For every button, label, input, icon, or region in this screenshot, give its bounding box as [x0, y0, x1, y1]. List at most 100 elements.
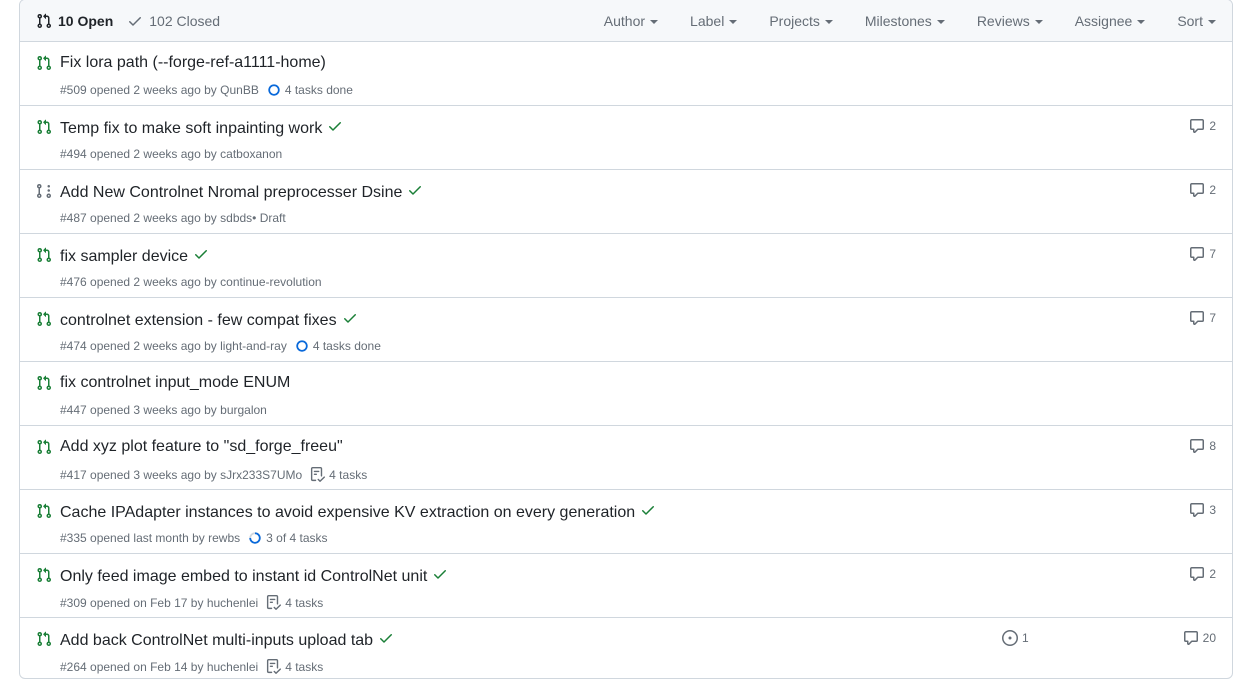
comments-link[interactable]: 8	[1189, 438, 1216, 454]
author-link[interactable]: light-and-ray	[220, 339, 287, 353]
check-icon	[409, 186, 422, 195]
title-text: Only feed image embed to instant id Cont…	[60, 567, 428, 585]
pull-request-icon	[36, 55, 52, 71]
status-check-icon[interactable]	[327, 118, 343, 139]
pull-request-title[interactable]: Add xyz plot feature to "sd_forge_freeu"	[60, 438, 343, 456]
pull-request-title[interactable]: Add New Controlnet Nromal preprocesser D…	[60, 182, 423, 203]
title-text: Add back ControlNet multi-inputs upload …	[60, 631, 374, 649]
status-check-icon[interactable]	[407, 182, 423, 203]
comments-link[interactable]: 3	[1189, 502, 1216, 518]
comments-link[interactable]: 2	[1189, 118, 1216, 134]
pull-request-title[interactable]: fix sampler device	[60, 246, 209, 267]
pull-request-row[interactable]: Only feed image embed to instant id Cont…	[20, 554, 1232, 618]
pull-request-title[interactable]: Only feed image embed to instant id Cont…	[60, 566, 448, 587]
author-link[interactable]: sJrx233S7UMo	[220, 468, 302, 482]
task-progress-icon	[249, 532, 261, 544]
status-check-icon[interactable]	[342, 310, 358, 331]
pull-request-row[interactable]: Temp fix to make soft inpainting work #49…	[20, 106, 1232, 170]
author-filter[interactable]: Author	[604, 13, 659, 29]
pull-request-row[interactable]: Fix lora path (--forge-ref-a1111-home) #5…	[20, 42, 1232, 106]
pull-request-title[interactable]: fix controlnet input_mode ENUM	[60, 374, 290, 392]
open-filter[interactable]: 10 Open	[36, 13, 113, 29]
comment-icon	[1190, 439, 1205, 453]
status-check-icon[interactable]	[193, 246, 209, 267]
title-text: Add xyz plot feature to "sd_forge_freeu"	[60, 438, 343, 455]
pull-request-title[interactable]: Fix lora path (--forge-ref-a1111-home)	[60, 54, 326, 72]
pull-request-icon-glyph	[37, 439, 52, 455]
author-link[interactable]: huchenlei	[207, 596, 258, 610]
pull-request-meta: #309 opened on Feb 17 by huchenlei 4 task…	[60, 595, 323, 610]
caret-down-icon	[1034, 20, 1043, 24]
task-list-summary: 3 of 4 tasks	[248, 531, 328, 545]
comment-count: 7	[1209, 311, 1216, 325]
title-text: Fix lora path (--forge-ref-a1111-home)	[60, 54, 326, 71]
reviews-filter[interactable]: Reviews	[977, 13, 1043, 29]
status-check-icon[interactable]	[432, 566, 448, 587]
pull-request-row[interactable]: Cache IPAdapter instances to avoid expen…	[20, 490, 1232, 554]
pull-request-icon-glyph	[37, 375, 52, 391]
comments-link[interactable]: 20	[1183, 630, 1216, 646]
author-link[interactable]: rewbs	[208, 531, 240, 545]
pull-request-icon-glyph	[37, 247, 52, 263]
pull-request-list: 10 Open 102 Closed Author Label Projects…	[19, 0, 1233, 679]
comments-link[interactable]: 7	[1189, 310, 1216, 326]
author-link[interactable]: huchenlei	[207, 660, 258, 674]
opened-info: #417 opened 3 weeks ago by	[60, 467, 217, 482]
pull-request-title[interactable]: controlnet extension - few compat fixes	[60, 310, 358, 331]
pull-request-meta: #417 opened 3 weeks ago by sJrx233S7UMo 4…	[60, 467, 367, 482]
filter-label: Label	[690, 13, 725, 29]
opened-info: #487 opened 2 weeks ago by	[60, 211, 217, 225]
comment-icon	[1190, 567, 1205, 581]
linked-count: 1	[1022, 631, 1029, 645]
pull-request-title[interactable]: Cache IPAdapter instances to avoid expen…	[60, 502, 656, 523]
pull-request-title[interactable]: Temp fix to make soft inpainting work	[60, 118, 343, 139]
comments-link[interactable]: 2	[1189, 182, 1216, 198]
pull-request-meta: #494 opened 2 weeks ago by catboxanon	[60, 147, 282, 161]
title-text: Add New Controlnet Nromal preprocesser D…	[60, 183, 403, 201]
task-text: 4 tasks	[329, 467, 368, 482]
projects-filter[interactable]: Projects	[769, 13, 833, 29]
pull-request-icon-glyph	[37, 567, 52, 583]
filter-label: Milestones	[864, 13, 932, 29]
sort-filter[interactable]: Sort	[1177, 13, 1216, 29]
author-link[interactable]: burgalon	[220, 403, 267, 417]
pull-request-meta: #474 opened 2 weeks ago by light-and-ray…	[60, 339, 381, 353]
pull-request-icon	[36, 119, 52, 135]
caret-down-icon	[936, 20, 945, 24]
task-progress-icon	[268, 84, 280, 96]
pull-request-icon-glyph	[37, 631, 52, 647]
pull-request-row[interactable]: Add back ControlNet multi-inputs upload …	[20, 618, 1232, 678]
author-link[interactable]: QunBB	[220, 83, 259, 97]
comments-link[interactable]: 2	[1189, 566, 1216, 582]
task-text: 4 tasks	[285, 595, 324, 610]
linked-issue[interactable]: 1	[1002, 630, 1029, 646]
comment-count: 2	[1209, 567, 1216, 581]
pull-request-row[interactable]: fix controlnet input_mode ENUM #447 opene…	[20, 362, 1232, 426]
status-check-icon[interactable]	[378, 630, 394, 651]
label-filter[interactable]: Label	[690, 13, 738, 29]
assignee-filter[interactable]: Assignee	[1075, 13, 1146, 29]
closed-filter[interactable]: 102 Closed	[127, 13, 220, 29]
pull-request-icon	[36, 631, 52, 647]
comment-count: 20	[1202, 631, 1216, 645]
opened-info: #494 opened 2 weeks ago by	[60, 147, 217, 161]
author-link[interactable]: sdbds	[220, 211, 252, 225]
check-icon	[343, 314, 356, 323]
comments-link[interactable]: 7	[1189, 246, 1216, 262]
pull-request-row[interactable]: fix sampler device #476 opened 2 weeks ag…	[20, 234, 1232, 298]
milestones-filter[interactable]: Milestones	[865, 13, 945, 29]
check-icon	[329, 122, 342, 131]
pull-request-rows: Fix lora path (--forge-ref-a1111-home) #5…	[20, 42, 1232, 678]
filter-label: Assignee	[1074, 13, 1133, 29]
author-link[interactable]: continue-revolution	[220, 275, 321, 289]
author-link[interactable]: catboxanon	[220, 147, 282, 161]
pull-request-row[interactable]: Add xyz plot feature to "sd_forge_freeu"…	[20, 426, 1232, 490]
pull-request-title[interactable]: Add back ControlNet multi-inputs upload …	[60, 630, 394, 651]
status-check-icon[interactable]	[640, 502, 656, 523]
opened-info: #447 opened 3 weeks ago by	[60, 403, 217, 417]
comment-icon	[1183, 631, 1198, 645]
filter-bar: Author Label Projects Milestones Reviews…	[604, 0, 1232, 42]
pull-request-meta: #447 opened 3 weeks ago by burgalon	[60, 403, 267, 417]
pull-request-row[interactable]: Add New Controlnet Nromal preprocesser D…	[20, 170, 1232, 234]
pull-request-row[interactable]: controlnet extension - few compat fixes #…	[20, 298, 1232, 362]
